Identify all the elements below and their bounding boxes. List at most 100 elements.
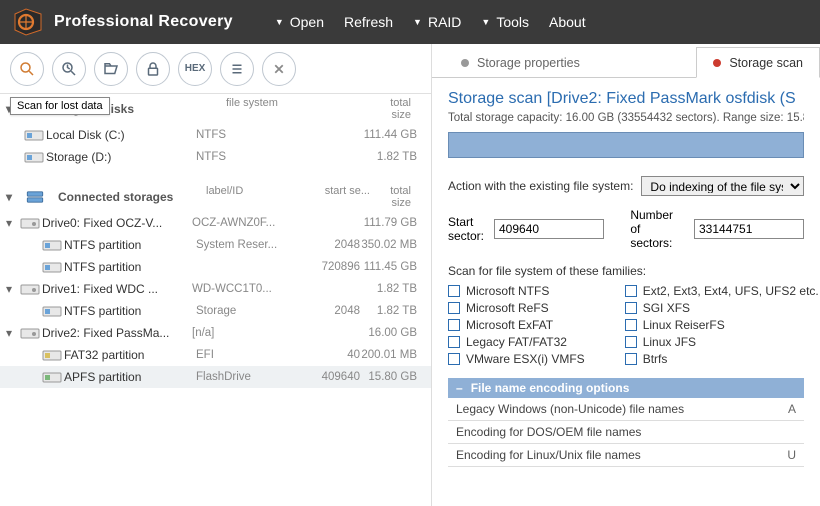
menu-open[interactable]: ▼Open bbox=[275, 14, 324, 30]
partition-row[interactable]: NTFS partitionSystem Reser...2048350.02 … bbox=[0, 234, 431, 256]
action-select[interactable]: Do indexing of the file system an bbox=[641, 176, 804, 196]
chevron-down-icon: ▼ bbox=[413, 17, 422, 27]
checkbox-label: Linux ReiserFS bbox=[643, 318, 725, 332]
drive-name: Drive0: Fixed OCZ-V... bbox=[42, 216, 192, 230]
family-checkbox[interactable]: Microsoft ExFAT bbox=[448, 318, 585, 332]
family-checkbox[interactable]: Microsoft ReFS bbox=[448, 301, 585, 315]
collapse-icon[interactable]: ▾ bbox=[6, 326, 20, 340]
family-checkbox[interactable]: Btrfs bbox=[625, 352, 819, 366]
drive-row[interactable]: ▾Drive1: Fixed WDC ...WD-WCC1T0...1.82 T… bbox=[0, 278, 431, 300]
tab-props-label: Storage properties bbox=[477, 56, 580, 70]
family-checkbox[interactable]: Legacy FAT/FAT32 bbox=[448, 335, 585, 349]
drive-name: Drive1: Fixed WDC ... bbox=[42, 282, 192, 296]
scan-time-button[interactable] bbox=[52, 52, 86, 86]
checkbox-label: VMware ESX(i) VMFS bbox=[466, 352, 585, 366]
encoding-value: A bbox=[788, 402, 796, 416]
encoding-row[interactable]: Encoding for DOS/OEM file names bbox=[448, 421, 804, 444]
right-panel: Storage properties Storage scan Storage … bbox=[432, 44, 820, 506]
family-checkbox[interactable]: Ext2, Ext3, Ext4, UFS, UFS2 etc. bbox=[625, 284, 819, 298]
logical-disk-row[interactable]: Local Disk (C:)NTFS111.44 GB bbox=[0, 124, 431, 146]
scan-lost-data-button[interactable] bbox=[10, 52, 44, 86]
menu-about[interactable]: About bbox=[549, 14, 586, 30]
families-label: Scan for file system of these families: bbox=[448, 264, 804, 278]
menu-tools[interactable]: ▼Tools bbox=[481, 14, 529, 30]
drive-row[interactable]: ▾Drive2: Fixed PassMa...[n/a]16.00 GB bbox=[0, 322, 431, 344]
section-connected-storages: ▾ Connected storages label/IDstart se...… bbox=[0, 182, 431, 212]
col-startsector: start se... bbox=[310, 185, 370, 209]
progress-bar bbox=[448, 132, 804, 158]
checkbox-label: Ext2, Ext3, Ext4, UFS, UFS2 etc. bbox=[643, 284, 819, 298]
encoding-label: Encoding for Linux/Unix file names bbox=[456, 448, 641, 462]
checkbox-icon bbox=[625, 319, 637, 331]
menu-open-label: Open bbox=[290, 14, 324, 30]
family-checkbox[interactable]: Microsoft NTFS bbox=[448, 284, 585, 298]
col-totalsize: total size bbox=[390, 97, 425, 121]
scan-title: Storage scan [Drive2: Fixed PassMark osf… bbox=[448, 90, 804, 108]
hex-button[interactable]: HEX bbox=[178, 52, 212, 86]
checkbox-icon bbox=[448, 319, 460, 331]
partition-row[interactable]: NTFS partitionStorage20481.82 TB bbox=[0, 300, 431, 322]
logical-disk-row[interactable]: Storage (D:)NTFS1.82 TB bbox=[0, 146, 431, 168]
scan-content: Storage scan [Drive2: Fixed PassMark osf… bbox=[432, 78, 820, 506]
tab-dot-icon bbox=[713, 59, 721, 67]
app-header: Professional Recovery ▼Open Refresh ▼RAI… bbox=[0, 0, 820, 44]
menu-about-label: About bbox=[549, 14, 586, 30]
col-filesystem: file system bbox=[226, 97, 330, 121]
drive-row[interactable]: ▾Drive0: Fixed OCZ-V...OCZ-AWNZ0F...111.… bbox=[0, 212, 431, 234]
checkbox-icon bbox=[625, 336, 637, 348]
disk-name: Local Disk (C:) bbox=[46, 128, 196, 142]
close-button[interactable] bbox=[262, 52, 296, 86]
checkbox-icon bbox=[625, 302, 637, 314]
app-logo-icon bbox=[12, 6, 44, 38]
tab-storage-properties[interactable]: Storage properties bbox=[444, 47, 597, 78]
storage-tree: ▾ Logical disks file systemtotal size Lo… bbox=[0, 94, 431, 506]
encoding-row[interactable]: Legacy Windows (non-Unicode) file names A bbox=[448, 398, 804, 421]
partition-row[interactable]: FAT32 partitionEFI40200.01 MB bbox=[0, 344, 431, 366]
checkbox-label: Microsoft ReFS bbox=[466, 301, 549, 315]
partition-name: APFS partition bbox=[64, 370, 196, 384]
app-title: Professional Recovery bbox=[54, 13, 233, 31]
partition-name: FAT32 partition bbox=[64, 348, 196, 362]
encoding-header[interactable]: –File name encoding options bbox=[448, 378, 804, 398]
num-sectors-input[interactable] bbox=[694, 219, 804, 239]
start-sector-label: Start sector: bbox=[448, 215, 484, 243]
encoding-label: Legacy Windows (non-Unicode) file names bbox=[456, 402, 684, 416]
num-sectors-label: Number of sectors: bbox=[630, 208, 684, 250]
start-sector-input[interactable] bbox=[494, 219, 604, 239]
partition-icon bbox=[42, 348, 64, 362]
partition-name: NTFS partition bbox=[64, 260, 196, 274]
minus-icon: – bbox=[456, 381, 463, 395]
menu-raid[interactable]: ▼RAID bbox=[413, 14, 461, 30]
section-connected-label: Connected storages bbox=[58, 190, 198, 204]
checkbox-icon bbox=[448, 302, 460, 314]
open-button[interactable] bbox=[94, 52, 128, 86]
col-label: label/ID bbox=[206, 185, 310, 209]
partition-icon bbox=[42, 238, 64, 252]
tabs: Storage properties Storage scan bbox=[432, 44, 820, 78]
collapse-icon[interactable]: ▾ bbox=[6, 282, 20, 296]
checkbox-label: SGI XFS bbox=[643, 301, 690, 315]
family-checkbox[interactable]: SGI XFS bbox=[625, 301, 819, 315]
collapse-icon[interactable]: ▾ bbox=[6, 190, 18, 204]
family-checkbox[interactable]: Linux ReiserFS bbox=[625, 318, 819, 332]
encoding-row[interactable]: Encoding for Linux/Unix file namesU bbox=[448, 444, 804, 467]
tab-storage-scan[interactable]: Storage scan bbox=[696, 47, 820, 78]
partition-name: NTFS partition bbox=[64, 238, 196, 252]
hdd-icon bbox=[20, 326, 42, 340]
family-checkbox[interactable]: Linux JFS bbox=[625, 335, 819, 349]
collapse-icon[interactable]: ▾ bbox=[6, 216, 20, 230]
partition-row[interactable]: APFS partitionFlashDrive40964015.80 GB bbox=[0, 366, 431, 388]
disk-icon bbox=[24, 150, 46, 164]
checkbox-icon bbox=[448, 353, 460, 365]
partition-icon bbox=[42, 260, 64, 274]
col-totalsize: total size bbox=[370, 185, 425, 209]
checkbox-icon bbox=[625, 285, 637, 297]
checkbox-icon bbox=[625, 353, 637, 365]
lock-button[interactable] bbox=[136, 52, 170, 86]
partition-name: NTFS partition bbox=[64, 304, 196, 318]
partition-row[interactable]: NTFS partition720896111.45 GB bbox=[0, 256, 431, 278]
family-checkbox[interactable]: VMware ESX(i) VMFS bbox=[448, 352, 585, 366]
list-button[interactable] bbox=[220, 52, 254, 86]
menu-refresh[interactable]: Refresh bbox=[344, 14, 393, 30]
partition-icon bbox=[42, 370, 64, 384]
